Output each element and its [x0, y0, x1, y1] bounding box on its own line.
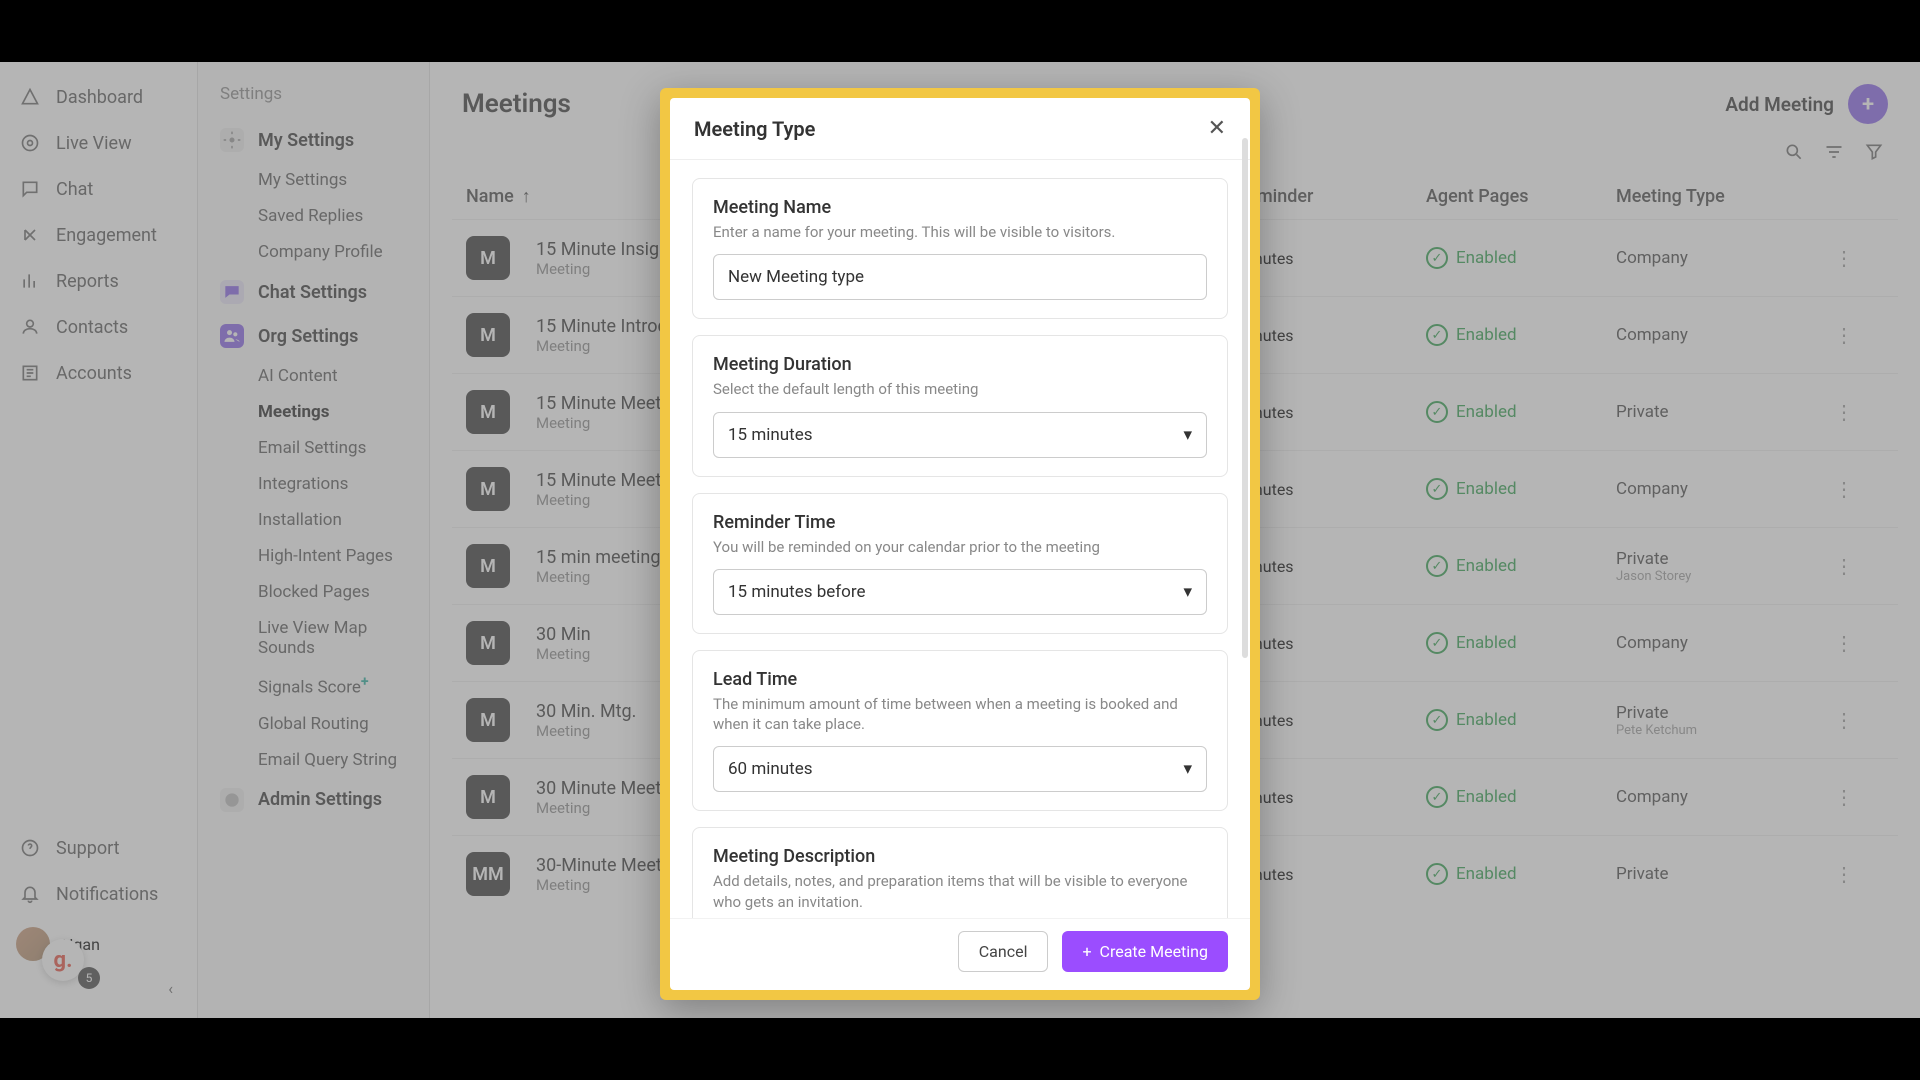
meeting-description-label: Meeting Description: [713, 846, 1207, 867]
meeting-name-label: Meeting Name: [713, 197, 1207, 218]
lead-time-select[interactable]: 60 minutes ▾: [713, 746, 1207, 792]
close-icon: ✕: [1208, 116, 1226, 141]
chevron-down-icon: ▾: [1183, 759, 1192, 779]
modal-highlight-frame: Meeting Type ✕ Meeting Name Enter a name…: [660, 88, 1260, 1000]
meeting-duration-card: Meeting Duration Select the default leng…: [692, 335, 1228, 476]
cancel-button[interactable]: Cancel: [958, 931, 1049, 972]
lead-time-value: 60 minutes: [728, 759, 812, 779]
meeting-name-help: Enter a name for your meeting. This will…: [713, 222, 1207, 242]
create-meeting-button[interactable]: + Create Meeting: [1062, 931, 1228, 972]
meeting-duration-value: 15 minutes: [728, 425, 812, 445]
reminder-time-select[interactable]: 15 minutes before ▾: [713, 569, 1207, 615]
modal-header: Meeting Type ✕: [670, 98, 1250, 160]
scrollbar[interactable]: [1242, 160, 1248, 658]
meeting-duration-help: Select the default length of this meetin…: [713, 379, 1207, 399]
plus-icon: +: [1082, 942, 1091, 961]
chevron-down-icon: ▾: [1183, 425, 1192, 445]
meeting-description-help: Add details, notes, and preparation item…: [713, 871, 1207, 912]
reminder-time-label: Reminder Time: [713, 512, 1207, 533]
create-meeting-label: Create Meeting: [1100, 942, 1208, 961]
modal-overlay[interactable]: Meeting Type ✕ Meeting Name Enter a name…: [0, 62, 1920, 1018]
meeting-name-input[interactable]: [713, 254, 1207, 300]
lead-time-label: Lead Time: [713, 669, 1207, 690]
meeting-duration-select[interactable]: 15 minutes ▾: [713, 412, 1207, 458]
meeting-name-card: Meeting Name Enter a name for your meeti…: [692, 178, 1228, 319]
meeting-description-card: Meeting Description Add details, notes, …: [692, 827, 1228, 918]
reminder-time-help: You will be reminded on your calendar pr…: [713, 537, 1207, 557]
lead-time-help: The minimum amount of time between when …: [713, 694, 1207, 735]
reminder-time-card: Reminder Time You will be reminded on yo…: [692, 493, 1228, 634]
modal-close-button[interactable]: ✕: [1208, 116, 1226, 141]
chevron-down-icon: ▾: [1183, 582, 1192, 602]
meeting-type-modal: Meeting Type ✕ Meeting Name Enter a name…: [670, 98, 1250, 990]
reminder-time-value: 15 minutes before: [728, 582, 865, 602]
lead-time-card: Lead Time The minimum amount of time bet…: [692, 650, 1228, 812]
modal-body: Meeting Name Enter a name for your meeti…: [670, 160, 1250, 918]
meeting-duration-label: Meeting Duration: [713, 354, 1207, 375]
modal-footer: Cancel + Create Meeting: [670, 918, 1250, 990]
modal-title: Meeting Type: [694, 117, 815, 141]
